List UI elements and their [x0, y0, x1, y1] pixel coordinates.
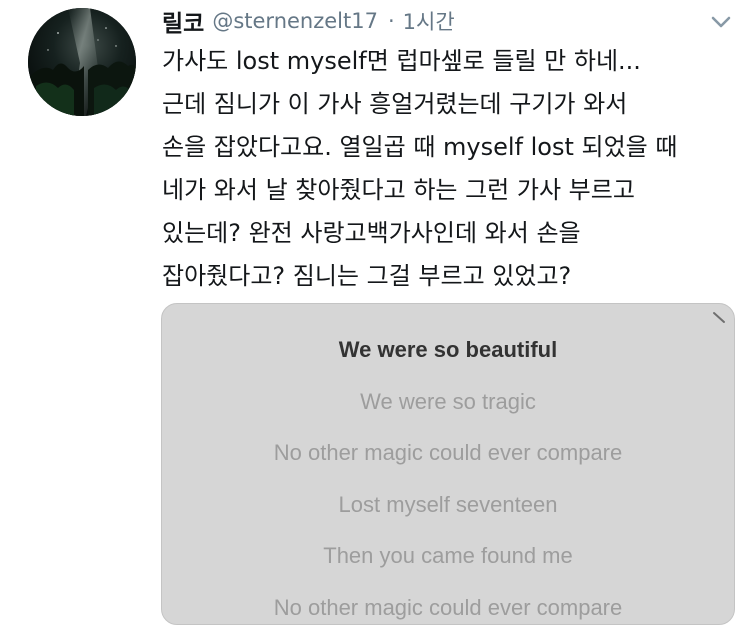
tweet-text-line: 잡아줬다고? 짐니는 그걸 부르고 있었고? — [162, 262, 572, 290]
lyric-line: No other magic could ever compare — [273, 440, 623, 465]
corner-mark-icon — [712, 310, 728, 326]
lyric-current: We were so beautiful — [338, 337, 558, 362]
lyric-line: No other magic could ever compare — [273, 594, 623, 620]
user-handle[interactable]: @sternenzelt17 — [212, 9, 378, 33]
tweet-timestamp[interactable]: 1시간 — [403, 6, 455, 36]
display-name[interactable]: 릴코 — [162, 4, 204, 38]
media-image[interactable]: We were so beautiful We were so tragic N… — [161, 303, 735, 625]
tweet-text-line: 가사도 lost myself면 럽마셒로 들릴 만 하네... — [162, 47, 641, 75]
chevron-down-icon[interactable] — [706, 12, 736, 32]
tweet-text-line: 손을 잡았다고요. 열일곱 때 myself lost 되었을 때 — [162, 133, 678, 161]
avatar-image — [28, 8, 136, 116]
tweet-text-line: 있는데? 완전 사랑고백가사인데 와서 손을 — [162, 219, 581, 247]
tweet: 릴코 @sternenzelt17 · 1시간 가사도 lost myself면… — [0, 0, 743, 640]
lyrics-list: We were so beautiful We were so tragic N… — [162, 332, 734, 624]
tweet-text-line: 근데 짐니가 이 가사 흥얼거렸는데 구기가 와서 — [162, 90, 628, 118]
separator-dot: · — [387, 9, 395, 33]
tweet-text: 가사도 lost myself면 럽마셒로 들릴 만 하네... 근데 짐니가 … — [162, 40, 732, 298]
lyric-line: We were so tragic — [360, 388, 536, 414]
lyric-line: Lost myself seventeen — [338, 491, 558, 517]
avatar[interactable] — [28, 8, 136, 116]
tweet-header: 릴코 @sternenzelt17 · 1시간 — [162, 4, 455, 38]
lyric-line: Then you came found me — [323, 543, 573, 568]
tweet-text-line: 네가 와서 날 찾아줬다고 하는 그런 가사 부르고 — [162, 176, 635, 204]
